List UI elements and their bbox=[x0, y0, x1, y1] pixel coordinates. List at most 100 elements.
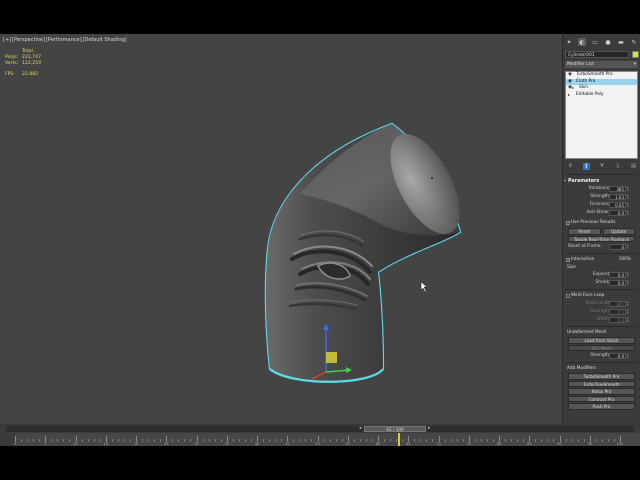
modify-tab-icon[interactable]: ◐ bbox=[578, 38, 586, 46]
remove-modifier-icon[interactable]: ▯ bbox=[614, 163, 621, 170]
ruler-tick bbox=[583, 439, 585, 442]
ruler-tick bbox=[232, 439, 234, 442]
utilities-tab-icon[interactable]: ✎ bbox=[630, 38, 638, 46]
expand-field[interactable]: 0.0 bbox=[609, 272, 626, 278]
object-color-swatch[interactable] bbox=[632, 51, 639, 58]
ruler-tick bbox=[426, 439, 428, 442]
ruler-tick bbox=[547, 439, 549, 442]
ruler-tick bbox=[184, 439, 186, 442]
ruler-tick bbox=[57, 439, 59, 442]
weld-strength-field[interactable]: 0.5 bbox=[609, 309, 626, 315]
strength-field[interactable]: 1.03 bbox=[609, 194, 626, 200]
ruler-tick bbox=[371, 439, 373, 442]
material-id-field[interactable]: 881 bbox=[609, 301, 626, 307]
this-mesh-button[interactable]: This Mesh bbox=[568, 344, 635, 351]
reset-button[interactable]: Reset bbox=[568, 228, 601, 235]
reset-at-frame-field[interactable]: 0 bbox=[609, 244, 626, 250]
spinner-icon[interactable]: ▴ ▾ bbox=[627, 194, 630, 200]
anti-shear-row: Anti-Shear 0.0 ▴ ▾ bbox=[586, 209, 630, 216]
divider bbox=[565, 289, 638, 290]
strength2-row: Strength 0.0 ▴ ▾ bbox=[590, 352, 630, 359]
add-turbosmooth-pro-button[interactable]: TurboSmooth Pro bbox=[568, 373, 635, 380]
width-field[interactable]: 0.0 bbox=[609, 317, 626, 323]
load-from-stack-button[interactable]: Load from Stack bbox=[568, 337, 635, 344]
next-frame-icon[interactable]: ▸ bbox=[428, 426, 430, 431]
ruler-tick bbox=[299, 439, 301, 442]
ruler-tick bbox=[142, 439, 144, 442]
ruler-tick bbox=[450, 439, 452, 442]
ruler-tick bbox=[577, 439, 579, 442]
spinner-icon[interactable]: ▴ ▾ bbox=[627, 301, 630, 307]
size-group-label: Size bbox=[567, 265, 576, 270]
display-tab-icon[interactable]: ▬ bbox=[617, 38, 625, 46]
ruler-tick bbox=[365, 439, 367, 442]
toggle-realtime-playback-button[interactable]: Toggle Real-Time Playback bbox=[568, 235, 635, 242]
ruler-tick bbox=[27, 439, 29, 442]
configure-sets-icon[interactable]: ▤ bbox=[630, 163, 637, 170]
modifier-stack[interactable]: ◉ TurboSmooth Pro ◉ Cloth Pro ◉ ▸ Skin ▸… bbox=[565, 71, 638, 159]
spinner-icon[interactable]: ▴ ▾ bbox=[627, 186, 630, 192]
track-bar-key-area[interactable] bbox=[0, 433, 15, 446]
ruler-tick bbox=[293, 439, 295, 442]
spinner-icon[interactable]: ▴ ▾ bbox=[627, 244, 630, 250]
strength2-field[interactable]: 0.0 bbox=[609, 353, 626, 359]
reset-at-frame-row: Reset at Frame: 0 ▴ ▾ bbox=[568, 243, 630, 250]
ruler-tick bbox=[420, 439, 422, 442]
ruler-tick bbox=[462, 439, 464, 442]
ruler-tick bbox=[117, 439, 119, 442]
perspective-viewport[interactable]: [+][Perspective][Performance][Default Sh… bbox=[0, 34, 563, 424]
time-slider-track[interactable] bbox=[6, 426, 634, 432]
ruler-tick bbox=[444, 439, 446, 442]
create-tab-icon[interactable]: ✦ bbox=[565, 38, 573, 46]
use-previous-results-checkbox[interactable]: ✓ Use Previous Results bbox=[565, 219, 638, 227]
spinner-icon[interactable]: ▴ ▾ bbox=[627, 210, 630, 216]
checkbox-check-icon: ✓ bbox=[566, 258, 571, 262]
current-frame-marker bbox=[398, 433, 400, 446]
show-end-result-icon[interactable]: ❙ bbox=[582, 162, 590, 170]
update-button[interactable]: Update bbox=[602, 228, 635, 235]
spinner-icon[interactable]: ▴ ▾ bbox=[627, 317, 630, 323]
make-unique-icon[interactable]: ∀ bbox=[599, 163, 606, 170]
object-name-field[interactable]: Cylinder001 bbox=[565, 51, 629, 58]
ruler-tick bbox=[69, 439, 71, 442]
anti-shear-field[interactable]: 0.0 bbox=[609, 210, 626, 216]
add-push-pro-button[interactable]: Push Pro bbox=[568, 403, 635, 410]
expand-arrow-icon[interactable]: ▸ bbox=[568, 92, 570, 99]
spinner-icon[interactable]: ▴ ▾ bbox=[627, 272, 630, 278]
add-relax-pro-button[interactable]: Relax Pro bbox=[568, 388, 635, 395]
letterbox-bottom bbox=[0, 446, 640, 480]
ruler-tick bbox=[244, 439, 246, 442]
prev-frame-icon[interactable]: ◂ bbox=[359, 426, 361, 431]
ruler-tick bbox=[21, 439, 23, 442]
shrink-field[interactable]: 0.0 bbox=[609, 280, 626, 286]
spinner-icon[interactable]: ▴ ▾ bbox=[627, 280, 630, 286]
ruler-tick bbox=[601, 439, 603, 442]
ruler-tick bbox=[87, 439, 89, 442]
bent-tube-mesh[interactable] bbox=[0, 34, 562, 424]
iterations-field[interactable]: 385 bbox=[609, 186, 626, 192]
ruler-tick bbox=[63, 439, 65, 442]
interactive-checkbox[interactable]: ✓ Interactive 100% bbox=[565, 256, 638, 264]
ruler-tick bbox=[220, 439, 222, 442]
stack-item-editable-poly[interactable]: ▸ Editable Poly bbox=[566, 92, 637, 99]
shrink-row: Shrink 0.0 ▴ ▾ bbox=[595, 279, 630, 286]
track-bar-ruler[interactable]: 0 5 10 15 20 25 30 35 40 45 50 55 60 65 70 75 80 85 90 95 10… bbox=[0, 433, 640, 446]
time-slider-thumb[interactable]: 62 / 100 bbox=[364, 426, 426, 432]
ruler-tick bbox=[492, 439, 494, 442]
hierarchy-tab-icon[interactable]: ▭ bbox=[591, 38, 599, 46]
motion-tab-icon[interactable]: ● bbox=[604, 38, 612, 46]
checkbox-check-icon: ✓ bbox=[566, 221, 571, 225]
weld-face-loop-checkbox[interactable]: Weld Face Loop bbox=[565, 292, 638, 300]
ruler-tick bbox=[178, 439, 180, 442]
add-contrast-pro-button[interactable]: Contrast Pro bbox=[568, 395, 635, 402]
spinner-icon[interactable]: ▴ ▾ bbox=[627, 309, 630, 315]
spinner-icon[interactable]: ▴ ▾ bbox=[627, 202, 630, 208]
spinner-icon[interactable]: ▴ ▾ bbox=[627, 353, 630, 359]
ruler-tick bbox=[190, 439, 192, 442]
modifier-list-dropdown[interactable]: Modifier List ▾ bbox=[565, 61, 638, 68]
pin-stack-icon[interactable]: ⚲ bbox=[567, 163, 574, 170]
add-turbotruesmooth-button[interactable]: TurboTrueSmooth bbox=[568, 380, 635, 387]
firmness-field[interactable]: 0.05 bbox=[609, 202, 626, 208]
firmness-row: Firmness 0.05 ▴ ▾ bbox=[589, 201, 630, 208]
parameters-header[interactable]: - Parameters bbox=[564, 178, 638, 185]
